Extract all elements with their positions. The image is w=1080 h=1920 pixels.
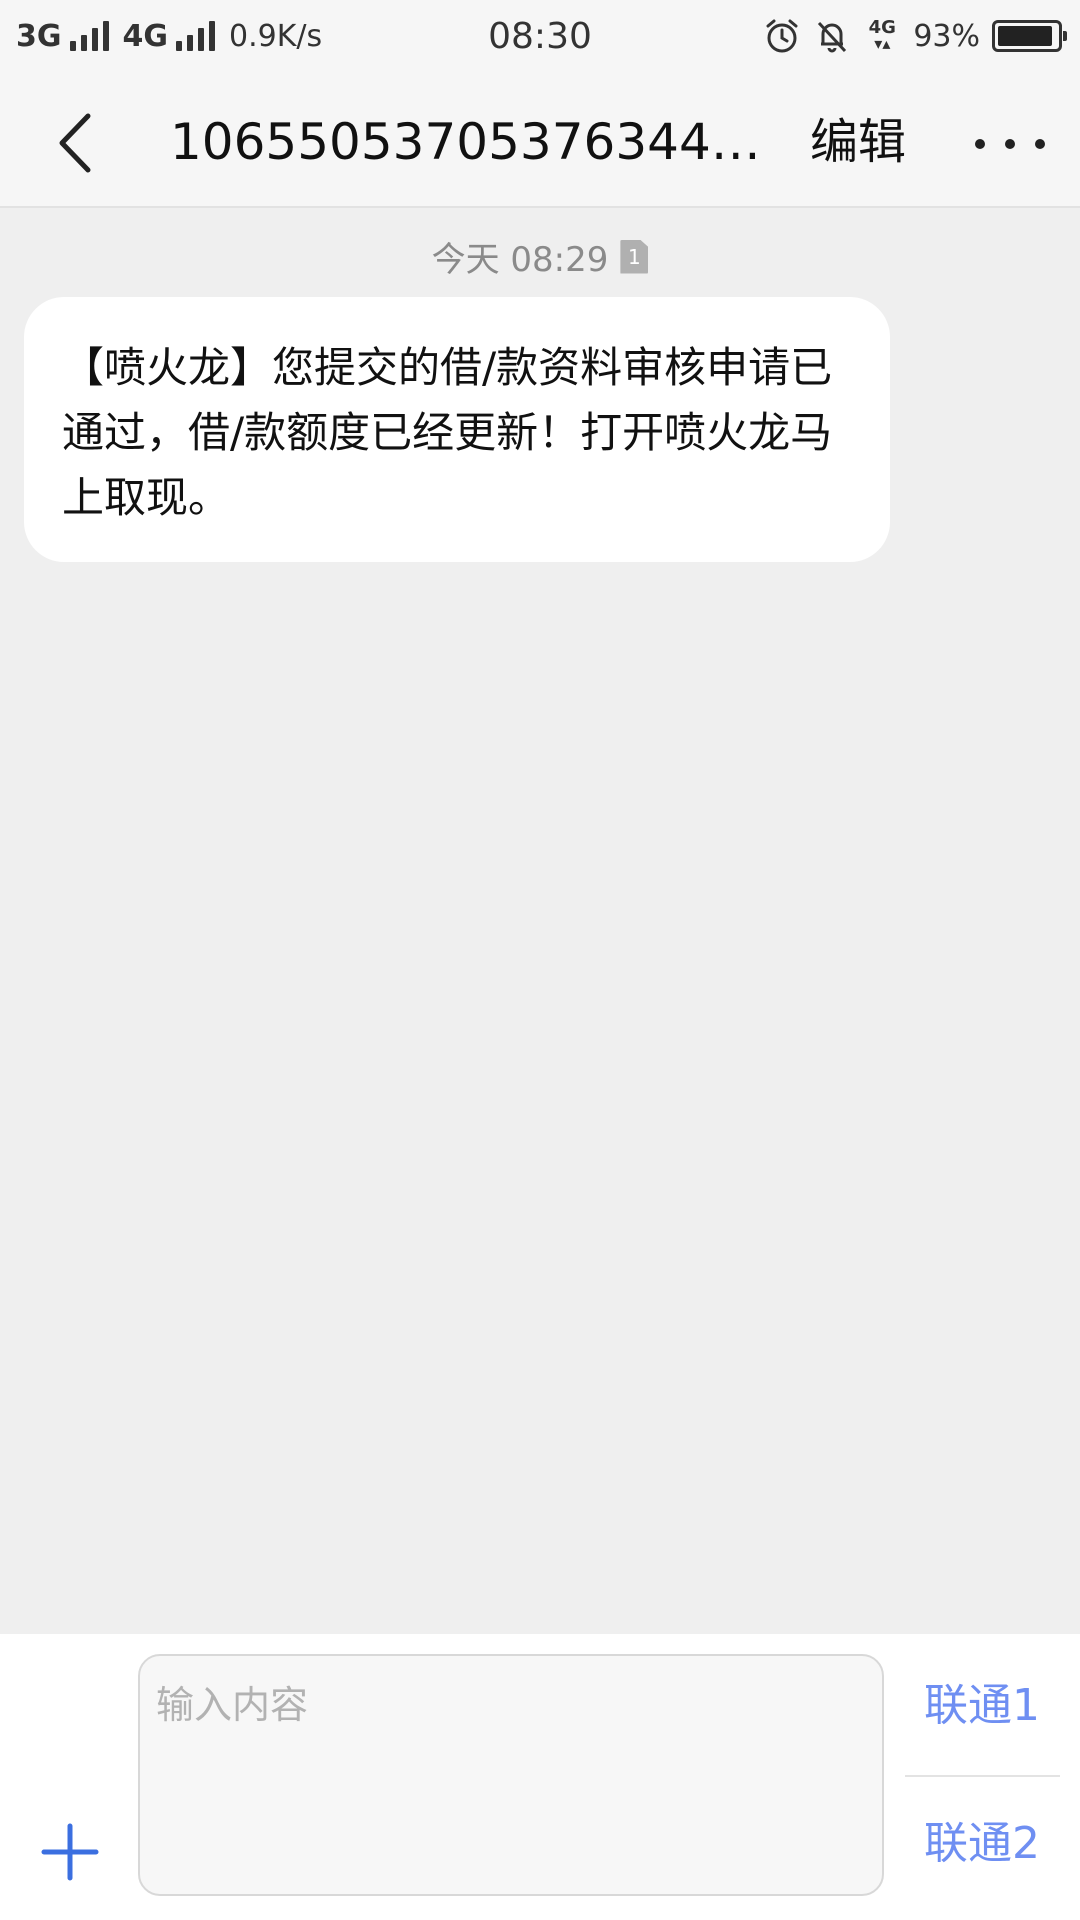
mute-notification-icon <box>818 21 847 53</box>
battery-icon <box>992 20 1067 52</box>
conversation-header: 106550537053763442… 编辑 <box>0 74 1080 208</box>
message-input-box[interactable] <box>138 1654 884 1896</box>
contact-number-title: 106550537053763442… <box>170 113 790 171</box>
send-sim1-button[interactable]: 联通1 <box>902 1656 1062 1756</box>
status-bar: 3G 4G 0.9K/s 08:30 4G ▾▴ 93% <box>0 0 1080 74</box>
sim-divider <box>905 1775 1060 1777</box>
back-arrow-icon[interactable] <box>50 108 110 178</box>
battery-level-fill <box>998 26 1052 46</box>
battery-percent: 93% <box>913 18 980 54</box>
4g-icon: 4G ▾▴ <box>868 17 896 53</box>
status-right: 4G ▾▴ 93% <box>763 16 1067 56</box>
message-bubble[interactable]: 【喷火龙】您提交的借/款资料审核申请已通过，借/款额度已经更新！打开喷火龙马上取… <box>24 297 890 562</box>
edit-button[interactable]: 编辑 <box>810 112 906 172</box>
message-composer: 联通1 联通2 <box>0 1634 1080 1920</box>
timestamp-text: 今天 08:29 <box>431 240 609 280</box>
message-timestamp: 今天 08:29 1 <box>0 232 1080 281</box>
more-options-icon[interactable] <box>975 114 1045 174</box>
send-sim2-button[interactable]: 联通2 <box>902 1794 1062 1894</box>
alarm-icon <box>766 19 798 53</box>
add-attachment-icon[interactable] <box>40 1822 100 1882</box>
sim-card-icon: 1 <box>620 239 649 274</box>
message-input[interactable] <box>156 1674 866 1876</box>
